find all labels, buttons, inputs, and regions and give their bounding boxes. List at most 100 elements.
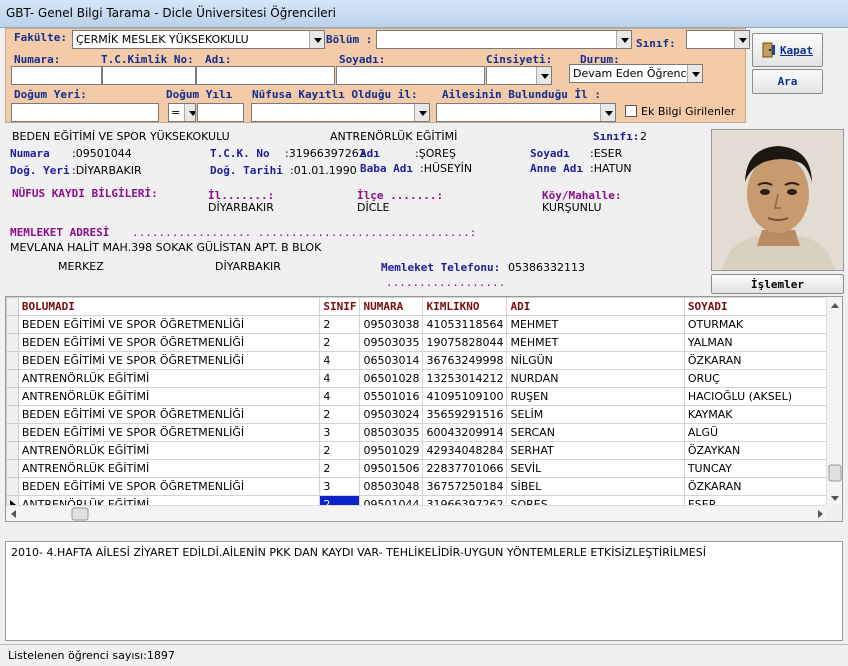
adi-input[interactable]	[196, 66, 335, 85]
grid-horizontal-scrollbar[interactable]	[6, 505, 828, 521]
cell-sinif[interactable]: 3	[319, 423, 361, 442]
cell-sinif[interactable]: 2	[319, 459, 361, 478]
cell-bolumadi[interactable]: BEDEN EĞİTİMİ VE SPOR ÖĞRETMENLİĞİ	[17, 351, 321, 370]
cell-kimlikno[interactable]: 36757250184	[422, 477, 508, 496]
row-indicator[interactable]	[6, 333, 19, 352]
cell-sinif[interactable]: 4	[319, 351, 361, 370]
cell-bolumadi[interactable]: BEDEN EĞİTİMİ VE SPOR ÖĞRETMENLİĞİ	[17, 423, 321, 442]
table-row[interactable]: ANTRENÖRLÜK EĞİTİMİ 2 09501506 22837701066 S…	[6, 459, 842, 478]
column-header-adi[interactable]: ADI	[506, 297, 685, 316]
cell-sinif[interactable]: 2	[319, 405, 361, 424]
table-row[interactable]: BEDEN EĞİTİMİ VE SPOR ÖĞRETMENLİĞİ 2 09503…	[6, 315, 842, 334]
cell-adi[interactable]: SELİM	[506, 405, 685, 424]
durum-select[interactable]: Devam Eden Öğrenci	[569, 64, 703, 83]
row-indicator[interactable]	[6, 315, 19, 334]
cell-numara[interactable]: 06503014	[359, 351, 424, 370]
cell-numara[interactable]: 09503035	[359, 333, 424, 352]
sinif-select[interactable]	[686, 30, 750, 49]
column-header-bolumadi[interactable]: BOLUMADI	[17, 297, 321, 316]
cell-kimlikno[interactable]: 19075828044	[422, 333, 508, 352]
cell-numara[interactable]: 08503048	[359, 477, 424, 496]
table-row[interactable]: ANTRENÖRLÜK EĞİTİMİ 2 09501029 42934048284 S…	[6, 441, 842, 460]
table-row[interactable]: ANTRENÖRLÜK EĞİTİMİ 4 05501016 41095109100 R…	[6, 387, 842, 406]
chevron-down-icon[interactable]	[687, 65, 702, 82]
cell-sinif[interactable]: 2	[319, 441, 361, 460]
cell-kimlikno[interactable]: 36763249998	[422, 351, 508, 370]
notes-textarea[interactable]: 2010- 4.HAFTA AİLESİ ZİYARET EDİLDİ.AİLE…	[5, 541, 843, 641]
cell-soyadi[interactable]: KAYMAK	[683, 405, 842, 424]
cell-soyadi[interactable]: ÖZKARAN	[683, 351, 842, 370]
nufus-il-select[interactable]	[251, 103, 430, 122]
cell-adi[interactable]: SİBEL	[506, 477, 685, 496]
ek-bilgi-checkbox[interactable]	[625, 105, 637, 117]
islemler-button[interactable]: İşlemler	[711, 274, 844, 294]
column-header-kimlikno[interactable]: KIMLIKNO	[422, 297, 508, 316]
cell-kimlikno[interactable]: 35659291516	[422, 405, 508, 424]
column-header-numara[interactable]: NUMARA	[359, 297, 424, 316]
row-indicator[interactable]	[6, 405, 19, 424]
dogum-yili-input[interactable]	[197, 103, 244, 122]
chevron-down-icon[interactable]	[309, 31, 324, 48]
row-indicator[interactable]	[6, 387, 19, 406]
cell-kimlikno[interactable]: 42934048284	[422, 441, 508, 460]
cell-adi[interactable]: SERCAN	[506, 423, 685, 442]
cell-sinif[interactable]: 2	[319, 315, 361, 334]
cell-numara[interactable]: 09503024	[359, 405, 424, 424]
cell-soyadi[interactable]: ALGÜ	[683, 423, 842, 442]
chevron-down-icon[interactable]	[734, 31, 749, 48]
cell-numara[interactable]: 09501506	[359, 459, 424, 478]
cinsiyet-select[interactable]	[486, 66, 552, 85]
cell-bolumadi[interactable]: ANTRENÖRLÜK EĞİTİMİ	[17, 459, 321, 478]
cell-numara[interactable]: 06501028	[359, 369, 424, 388]
cell-soyadi[interactable]: ORUÇ	[683, 369, 842, 388]
cell-sinif[interactable]: 4	[319, 369, 361, 388]
grid-vertical-scrollbar[interactable]	[826, 297, 842, 506]
cell-soyadi[interactable]: OTURMAK	[683, 315, 842, 334]
row-indicator[interactable]	[6, 423, 19, 442]
chevron-down-icon[interactable]	[600, 104, 615, 121]
chevron-down-icon[interactable]	[414, 104, 429, 121]
aile-il-select[interactable]	[436, 103, 616, 122]
row-indicator[interactable]	[6, 351, 19, 370]
cell-adi[interactable]: SEVİL	[506, 459, 685, 478]
cell-bolumadi[interactable]: BEDEN EĞİTİMİ VE SPOR ÖĞRETMENLİĞİ	[17, 333, 321, 352]
table-row[interactable]: ANTRENÖRLÜK EĞİTİMİ 4 06501028 13253014212 N…	[6, 369, 842, 388]
column-header-soyadi[interactable]: SOYADI	[683, 297, 842, 316]
cell-bolumadi[interactable]: ANTRENÖRLÜK EĞİTİMİ	[17, 441, 321, 460]
cell-kimlikno[interactable]: 41095109100	[422, 387, 508, 406]
chevron-down-icon[interactable]	[184, 104, 195, 121]
cell-numara[interactable]: 09501029	[359, 441, 424, 460]
chevron-down-icon[interactable]	[616, 31, 631, 48]
cell-adi[interactable]: MEHMET	[506, 315, 685, 334]
cell-kimlikno[interactable]: 60043209914	[422, 423, 508, 442]
row-indicator[interactable]	[6, 477, 19, 496]
cell-adi[interactable]: RUŞEN	[506, 387, 685, 406]
cell-bolumadi[interactable]: ANTRENÖRLÜK EĞİTİMİ	[17, 369, 321, 388]
cell-adi[interactable]: NİLGÜN	[506, 351, 685, 370]
dogum-yili-operator[interactable]: =	[168, 103, 196, 122]
cell-bolumadi[interactable]: BEDEN EĞİTİMİ VE SPOR ÖĞRETMENLİĞİ	[17, 405, 321, 424]
cell-soyadi[interactable]: HACIOĞLU (AKSEL)	[683, 387, 842, 406]
cell-numara[interactable]: 05501016	[359, 387, 424, 406]
table-row[interactable]: BEDEN EĞİTİMİ VE SPOR ÖĞRETMENLİĞİ 2 09503…	[6, 333, 842, 352]
cell-numara[interactable]: 08503035	[359, 423, 424, 442]
row-indicator[interactable]	[6, 459, 19, 478]
cell-soyadi[interactable]: YALMAN	[683, 333, 842, 352]
tckimlik-input[interactable]	[102, 66, 196, 85]
chevron-down-icon[interactable]	[536, 67, 551, 84]
cell-soyadi[interactable]: TUNCAY	[683, 459, 842, 478]
numara-input[interactable]	[11, 66, 102, 85]
cell-bolumadi[interactable]: BEDEN EĞİTİMİ VE SPOR ÖĞRETMENLİĞİ	[17, 315, 321, 334]
kapat-button[interactable]: Kapat	[752, 33, 823, 67]
students-grid[interactable]: BOLUMADI SINIF NUMARA KIMLIKNO ADI SOYAD…	[5, 296, 843, 522]
cell-numara[interactable]: 09503038	[359, 315, 424, 334]
bolum-select[interactable]	[376, 30, 632, 49]
table-row[interactable]: BEDEN EĞİTİMİ VE SPOR ÖĞRETMENLİĞİ 4 06503…	[6, 351, 842, 370]
row-indicator[interactable]	[6, 441, 19, 460]
table-row[interactable]: BEDEN EĞİTİMİ VE SPOR ÖĞRETMENLİĞİ 3 08503…	[6, 423, 842, 442]
ara-button[interactable]: Ara	[752, 69, 823, 94]
cell-sinif[interactable]: 3	[319, 477, 361, 496]
table-row[interactable]: BEDEN EĞİTİMİ VE SPOR ÖĞRETMENLİĞİ 3 08503…	[6, 477, 842, 496]
cell-adi[interactable]: NURDAN	[506, 369, 685, 388]
row-indicator[interactable]	[6, 369, 19, 388]
